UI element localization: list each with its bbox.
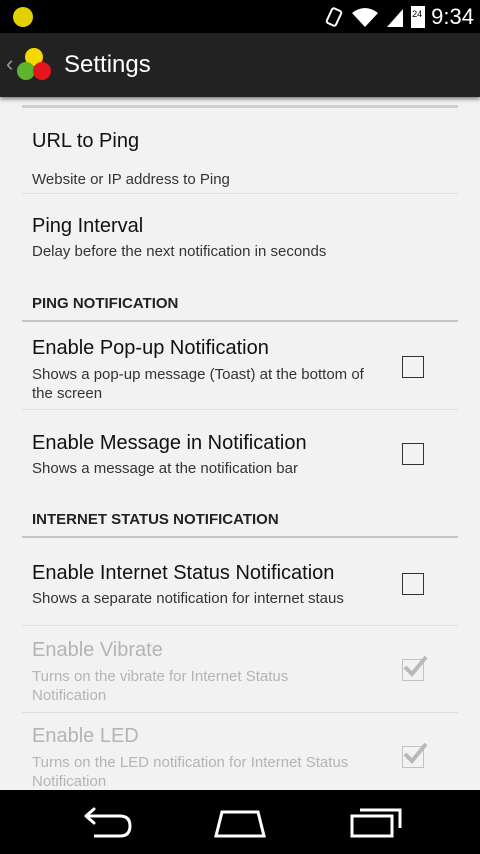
pref-summary: Shows a pop-up message (Toast) at the bo… <box>32 366 364 402</box>
pref-summary: Shows a message at the notification bar <box>32 460 298 477</box>
pref-title: Enable LED <box>32 725 139 747</box>
up-button[interactable]: ‹ <box>0 33 62 97</box>
recents-nav-icon[interactable] <box>348 806 404 840</box>
category-divider <box>22 320 458 322</box>
pref-url-to-ping[interactable]: URL to Ping Website or IP address to Pin… <box>22 111 458 193</box>
status-time: 9:34 <box>431 3 474 29</box>
pref-title: Enable Pop-up Notification <box>32 337 269 359</box>
pref-summary: Website or IP address to Ping <box>32 171 230 188</box>
navigation-bar <box>0 790 480 854</box>
message-checkbox[interactable] <box>402 443 424 465</box>
category-internet-status: INTERNET STATUS NOTIFICATION <box>32 511 279 528</box>
pref-summary: Shows a separate notification for intern… <box>32 590 344 607</box>
top-divider <box>22 105 458 108</box>
pref-enable-popup[interactable]: Enable Pop-up Notification Shows a pop-u… <box>22 323 458 409</box>
checkmark-icon <box>403 742 428 764</box>
pref-enable-led[interactable]: Enable LED Turns on the LED notification… <box>22 713 458 790</box>
pref-enable-message[interactable]: Enable Message in Notification Shows a m… <box>22 410 458 498</box>
led-checkbox[interactable] <box>402 742 428 768</box>
back-nav-icon[interactable] <box>80 806 136 840</box>
vibrate-icon <box>325 6 343 27</box>
pref-summary: Delay before the next notification in se… <box>32 243 327 260</box>
chevron-left-icon: ‹ <box>6 51 14 76</box>
home-nav-icon[interactable] <box>212 806 268 840</box>
pref-title: Enable Vibrate <box>32 639 163 661</box>
category-ping-notification: PING NOTIFICATION <box>32 295 179 312</box>
pref-summary: Turns on the vibrate for Internet Status… <box>32 668 289 704</box>
notification-dot-icon <box>13 7 33 27</box>
internet-status-checkbox[interactable] <box>402 573 424 595</box>
wifi-icon <box>352 7 379 27</box>
action-bar: ‹ Settings <box>0 33 480 97</box>
vibrate-checkbox[interactable] <box>402 655 428 681</box>
signal-icon <box>387 8 404 27</box>
pref-title: Ping Interval <box>32 215 144 237</box>
popup-checkbox[interactable] <box>402 356 424 378</box>
calendar-icon: 24 <box>411 5 426 28</box>
app-logo-icon <box>17 48 51 80</box>
pref-enable-vibrate[interactable]: Enable Vibrate Turns on the vibrate for … <box>22 626 458 712</box>
pref-title: Enable Internet Status Notification <box>32 562 335 584</box>
pref-enable-internet-status[interactable]: Enable Internet Status Notification Show… <box>22 539 458 625</box>
pref-summary: Turns on the LED notification for Intern… <box>32 754 349 790</box>
pref-title: Enable Message in Notification <box>32 432 307 454</box>
status-bar: 24 9:34 <box>0 0 480 33</box>
pref-title: URL to Ping <box>32 130 140 152</box>
calendar-day-text: 24 <box>412 8 423 19</box>
pref-ping-interval[interactable]: Ping Interval Delay before the next noti… <box>22 194 458 274</box>
settings-list: URL to Ping Website or IP address to Pin… <box>0 97 480 790</box>
status-icons: 24 9:34 <box>323 0 474 33</box>
checkmark-icon <box>403 655 428 677</box>
page-title: Settings <box>64 51 151 78</box>
category-divider <box>22 536 458 538</box>
